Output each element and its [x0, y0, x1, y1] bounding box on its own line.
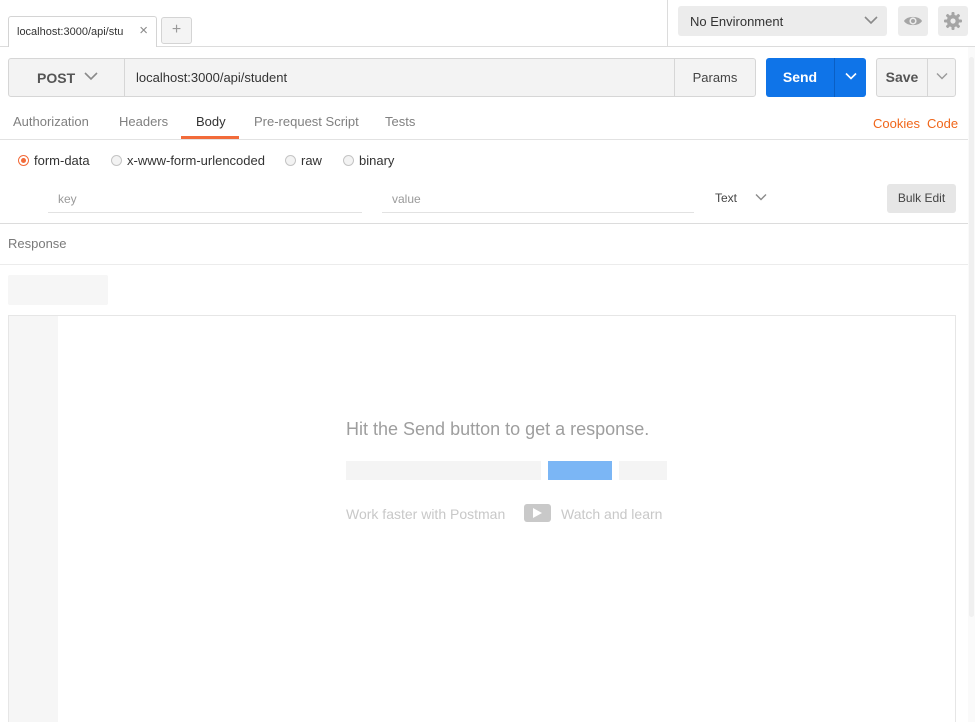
radio-label: x-www-form-urlencoded [127, 152, 265, 168]
divider [0, 223, 975, 224]
radio-indicator [343, 154, 354, 166]
params-button[interactable]: Params [674, 59, 755, 96]
save-button[interactable]: Save [876, 58, 956, 97]
environment-label: No Environment [690, 14, 784, 29]
radio-label: form-data [34, 152, 90, 168]
value-type-label: Text [715, 191, 738, 205]
send-options-button[interactable] [835, 58, 866, 97]
request-tab-label: localhost:3000/api/stu [17, 26, 124, 38]
new-tab-button[interactable]: + [161, 17, 192, 44]
cookies-link[interactable]: Cookies [873, 116, 920, 131]
scrollbar-thumb[interactable] [969, 57, 974, 617]
request-tab[interactable]: localhost:3000/api/stu × [8, 16, 157, 47]
active-tab-indicator [181, 136, 239, 139]
chevron-down-icon [84, 72, 98, 81]
request-url-bar: POST Params [8, 58, 756, 97]
scrollbar[interactable] [968, 47, 975, 722]
placeholder-bar [346, 461, 541, 480]
method-select[interactable]: POST [9, 59, 125, 96]
placeholder-bar-highlight [548, 461, 612, 480]
radio-label: raw [301, 152, 322, 168]
response-meta-placeholder [8, 275, 108, 305]
radio-x-www-form-urlencoded[interactable]: x-www-form-urlencoded [111, 150, 265, 170]
eye-icon [904, 16, 922, 26]
divider [927, 59, 928, 96]
environment-select[interactable]: No Environment [678, 6, 887, 36]
send-button[interactable]: Send [766, 58, 866, 97]
chevron-down-icon [936, 73, 948, 80]
bulk-edit-button[interactable]: Bulk Edit [887, 184, 956, 213]
divider [0, 264, 975, 265]
code-link[interactable]: Code [927, 116, 958, 131]
manage-environments-button[interactable] [938, 6, 968, 36]
method-label: POST [37, 70, 76, 86]
save-label: Save [885, 69, 919, 85]
placeholder-bar [619, 461, 667, 480]
radio-binary[interactable]: binary [343, 150, 394, 170]
url-input[interactable] [126, 59, 674, 96]
watch-and-learn-link[interactable]: Watch and learn [561, 506, 662, 522]
close-icon[interactable]: × [139, 23, 148, 39]
work-faster-text: Work faster with Postman [346, 506, 506, 522]
radio-indicator [285, 154, 296, 166]
chevron-down-icon [864, 16, 878, 25]
play-icon[interactable] [524, 504, 551, 522]
response-empty-hint: Hit the Send button to get a response. [346, 419, 650, 439]
divider [667, 0, 668, 46]
value-input[interactable] [382, 185, 694, 213]
tab-pre-request-script[interactable]: Pre-request Script [254, 114, 359, 129]
send-label: Send [782, 69, 818, 85]
tab-tests[interactable]: Tests [385, 114, 415, 129]
chevron-down-icon [845, 72, 857, 80]
key-input[interactable] [48, 185, 362, 213]
radio-label: binary [359, 152, 395, 168]
tab-authorization[interactable]: Authorization [13, 114, 89, 129]
request-subtabs: Authorization Headers Body Pre-request S… [0, 105, 975, 140]
value-type-select[interactable]: Text [705, 188, 775, 210]
radio-raw[interactable]: raw [285, 150, 322, 170]
tab-body[interactable]: Body [196, 114, 226, 129]
radio-indicator [111, 154, 122, 166]
tab-headers[interactable]: Headers [119, 114, 168, 129]
radio-form-data[interactable]: form-data [18, 150, 90, 170]
top-tab-strip: localhost:3000/api/stu × + No Environmen… [0, 0, 975, 47]
radio-indicator [18, 154, 29, 166]
chevron-down-icon [755, 194, 767, 201]
body-type-selector: form-data x-www-form-urlencoded raw bina… [0, 150, 975, 170]
response-title: Response [8, 236, 67, 251]
line-number-gutter [9, 316, 58, 722]
environment-quick-look-button[interactable] [898, 6, 928, 36]
gear-icon [944, 12, 962, 30]
response-panel: Hit the Send button to get a response. W… [8, 315, 956, 722]
